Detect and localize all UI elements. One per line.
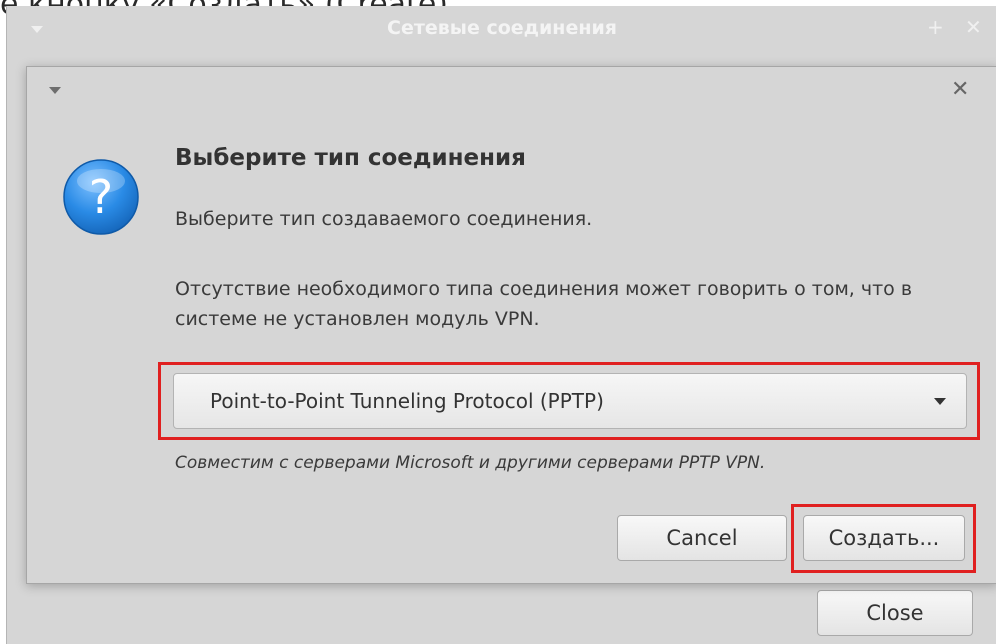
close-icon[interactable]: ✕ (965, 15, 982, 39)
maximize-icon[interactable]: + (927, 15, 944, 39)
cancel-button[interactable]: Cancel (617, 515, 787, 561)
parent-window-title: Сетевые соединения (387, 17, 617, 39)
svg-text:?: ? (89, 170, 113, 224)
dialog-menu-arrow-icon[interactable] (49, 87, 61, 94)
close-button[interactable]: Close (817, 590, 973, 636)
create-highlight-frame (791, 504, 976, 573)
question-icon: ? (63, 159, 139, 235)
parent-titlebar: Сетевые соединения + ✕ (7, 6, 996, 52)
dialog-info-text: Отсутствие необходимого типа соединения … (175, 278, 913, 330)
connection-type-hint: Совместим с серверами Microsoft и другим… (175, 453, 766, 473)
screenshot-root: е кнопку «Создать» (Create). Сетевые сое… (0, 0, 996, 644)
dialog-subtext: Выберите тип создаваемого соединения. (175, 208, 593, 230)
connection-type-dialog: ✕ ? Выберите тип соединения Выберите тип… (26, 66, 996, 584)
dialog-close-icon[interactable]: ✕ (951, 77, 969, 103)
combo-highlight-frame (158, 362, 980, 440)
dialog-heading: Выберите тип соединения (175, 145, 526, 171)
